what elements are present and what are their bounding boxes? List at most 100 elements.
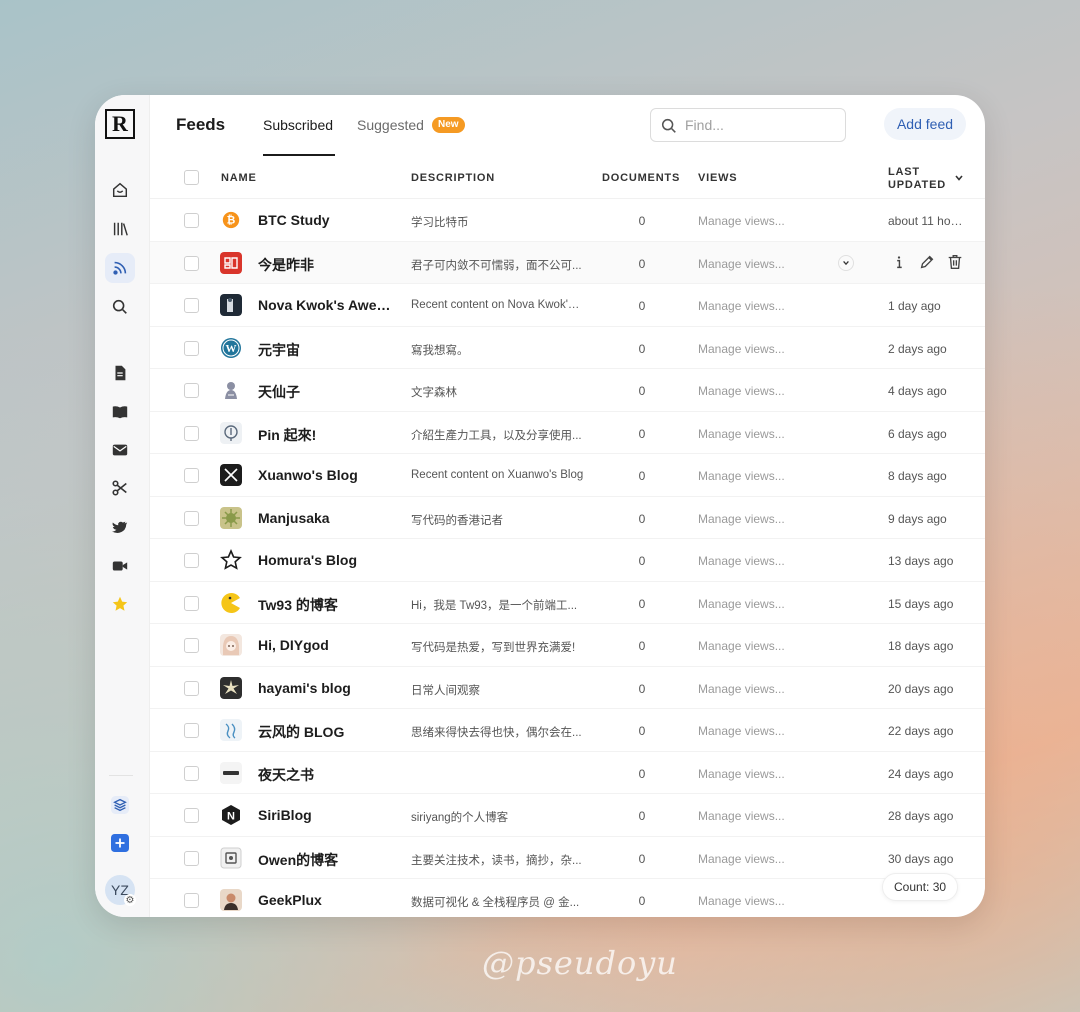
chevron-down-icon[interactable] — [838, 254, 854, 271]
app-logo[interactable]: R — [105, 109, 135, 139]
row-checkbox[interactable] — [184, 425, 199, 441]
table-row[interactable]: 夜天之书 0 Manage views... 24 days ago — [150, 752, 985, 794]
manage-views-select[interactable]: Manage views... — [698, 214, 785, 228]
row-checkbox[interactable] — [184, 340, 199, 356]
table-row[interactable]: Nova Kwok's Awesome Blog Recent content o… — [150, 284, 985, 327]
column-name[interactable]: NAME — [221, 172, 257, 184]
sort-chevron-down-icon[interactable] — [954, 173, 964, 183]
home-icon[interactable] — [105, 175, 135, 205]
row-checkbox[interactable] — [184, 723, 199, 738]
manage-views-select[interactable]: Manage views... — [698, 724, 785, 738]
feed-name[interactable]: GeekPlux — [258, 892, 394, 908]
twitter-icon[interactable] — [105, 512, 135, 542]
feed-name[interactable]: Nova Kwok's Awesome Blog — [258, 297, 394, 313]
table-row[interactable]: Owen的博客 主要关注技术，读书，摘抄，杂... 0 Manage views...… — [150, 837, 985, 879]
feed-last-updated: 28 days ago — [888, 809, 954, 823]
row-checkbox[interactable] — [184, 680, 199, 696]
manage-views-select[interactable]: Manage views... — [698, 639, 785, 653]
row-checkbox[interactable] — [184, 468, 199, 483]
table-row[interactable]: Tw93 的博客 Hi，我是 Tw93，是一个前端工... 0 Manage view… — [150, 582, 985, 624]
feed-name[interactable]: Owen的博客 — [258, 850, 394, 870]
tab-suggested[interactable]: Suggested — [357, 117, 424, 133]
manage-views-select[interactable]: Manage views... — [698, 299, 785, 313]
search-input[interactable] — [685, 115, 835, 135]
select-all-checkbox[interactable] — [184, 170, 199, 185]
row-checkbox[interactable] — [184, 595, 199, 611]
row-checkbox[interactable] — [184, 808, 199, 823]
mail-icon[interactable] — [105, 435, 135, 465]
manage-views-select[interactable]: Manage views... — [698, 257, 785, 271]
trash-icon[interactable] — [946, 253, 964, 271]
column-documents[interactable]: DOCUMENTS — [602, 172, 680, 184]
column-last-updated[interactable]: LAST UPDATED — [888, 166, 946, 192]
manage-views-select[interactable]: Manage views... — [698, 469, 785, 483]
feed-name[interactable]: 云风的 BLOG — [258, 722, 394, 742]
gear-icon[interactable]: ⚙ — [124, 894, 136, 906]
feed-name[interactable]: Homura's Blog — [258, 552, 394, 568]
feed-name[interactable]: BTC Study — [258, 212, 394, 228]
row-checkbox[interactable] — [184, 553, 199, 568]
table-row[interactable]: GeekPlux 数据可视化 & 全栈程序员 @ 金... 0 Manage view… — [150, 879, 985, 917]
manage-views-select[interactable]: Manage views... — [698, 342, 785, 356]
table-row[interactable]: 天仙子 文字森林 0 Manage views... 4 days ago — [150, 369, 985, 412]
top-bar: Feeds Subscribed Suggested New Add feed — [150, 95, 985, 156]
table-row[interactable]: Xuanwo's Blog Recent content on Xuanwo's … — [150, 454, 985, 497]
column-views[interactable]: VIEWS — [698, 172, 737, 184]
info-icon[interactable] — [890, 253, 908, 271]
feed-name[interactable]: SiriBlog — [258, 807, 394, 823]
search-icon[interactable] — [105, 292, 135, 322]
book-icon[interactable] — [105, 397, 135, 427]
feed-name[interactable]: Manjusaka — [258, 510, 394, 526]
highlight-icon[interactable] — [105, 473, 135, 503]
tab-subscribed[interactable]: Subscribed — [263, 117, 333, 133]
table-row[interactable]: Pin 起來! 介紹生產力工具，以及分享使用... 0 Manage views...… — [150, 412, 985, 454]
feed-name[interactable]: Hi, DIYgod — [258, 637, 394, 653]
table-row[interactable]: ₿ BTC Study 学习比特币 0 Manage views... about 11 … — [150, 199, 985, 242]
manage-views-select[interactable]: Manage views... — [698, 767, 785, 781]
table-row[interactable]: W 元宇宙 寫我想寫。 0 Manage views... 2 days ago — [150, 327, 985, 369]
manage-views-select[interactable]: Manage views... — [698, 554, 785, 568]
manage-views-select[interactable]: Manage views... — [698, 512, 785, 526]
table-row[interactable]: Hi, DIYgod 写代码是热爱，写到世界充满爱! 0 Manage views..… — [150, 624, 985, 667]
feed-name[interactable]: 今是昨非 — [258, 255, 394, 275]
add-feed-button[interactable]: Add feed — [884, 108, 966, 140]
manage-views-select[interactable]: Manage views... — [698, 427, 785, 441]
rss-icon[interactable] — [105, 253, 135, 283]
feed-name[interactable]: 天仙子 — [258, 382, 394, 402]
manage-views-select[interactable]: Manage views... — [698, 384, 785, 398]
star-icon[interactable] — [105, 589, 135, 619]
feed-name[interactable]: Xuanwo's Blog — [258, 467, 394, 483]
library-icon[interactable] — [105, 214, 135, 244]
table-row[interactable]: Manjusaka 写代码的香港记者 0 Manage views... 9 days … — [150, 497, 985, 539]
manage-views-select[interactable]: Manage views... — [698, 682, 785, 696]
table-row[interactable]: Homura's Blog 0 Manage views... 13 days ago — [150, 539, 985, 582]
manage-views-select[interactable]: Manage views... — [698, 597, 785, 611]
row-checkbox[interactable] — [184, 510, 199, 526]
feed-name[interactable]: Pin 起來! — [258, 425, 394, 445]
add-icon[interactable] — [105, 828, 135, 858]
manage-views-select[interactable]: Manage views... — [698, 852, 785, 866]
row-checkbox[interactable] — [184, 383, 199, 398]
table-row[interactable]: N SiriBlog siriyang的个人博客 0 Manage views... 28… — [150, 794, 985, 837]
video-icon[interactable] — [105, 551, 135, 581]
document-icon[interactable] — [105, 358, 135, 388]
table-row[interactable]: 今是昨非 君子可内敛不可懦弱，面不公可... 0 Manage views... — [150, 241, 985, 284]
feed-name[interactable]: hayami's blog — [258, 680, 394, 696]
row-checkbox[interactable] — [184, 893, 199, 908]
feed-name[interactable]: 夜天之书 — [258, 765, 394, 785]
table-row[interactable]: 云风的 BLOG 思绪来得快去得也快，偶尔会在... 0 Manage views..… — [150, 709, 985, 752]
row-checkbox[interactable] — [184, 765, 199, 781]
layers-icon[interactable] — [105, 790, 135, 820]
row-checkbox[interactable] — [184, 850, 199, 866]
feed-name[interactable]: 元宇宙 — [258, 340, 394, 360]
row-checkbox[interactable] — [184, 298, 199, 313]
row-checkbox[interactable] — [184, 213, 199, 228]
row-checkbox[interactable] — [184, 638, 199, 653]
edit-icon[interactable] — [918, 253, 936, 271]
row-checkbox[interactable] — [184, 255, 199, 271]
column-description[interactable]: DESCRIPTION — [411, 172, 495, 184]
feed-name[interactable]: Tw93 的博客 — [258, 595, 394, 615]
table-row[interactable]: hayami's blog 日常人间观察 0 Manage views... 20 da… — [150, 667, 985, 709]
manage-views-select[interactable]: Manage views... — [698, 894, 785, 908]
manage-views-select[interactable]: Manage views... — [698, 809, 785, 823]
